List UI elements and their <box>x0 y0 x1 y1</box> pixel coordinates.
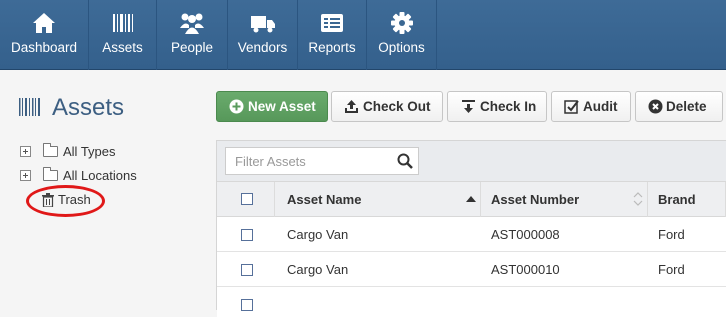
expand-icon[interactable] <box>20 170 31 181</box>
nav-assets[interactable]: Assets <box>89 0 157 70</box>
cell-asset-number: AST000010 <box>491 262 560 277</box>
assets-panel: Asset Name Asset Number Brand Cargo Van … <box>216 140 726 317</box>
sort-both-icon[interactable] <box>633 192 643 206</box>
plus-circle-icon <box>229 99 244 114</box>
upload-icon <box>345 100 358 113</box>
delete-button[interactable]: Delete <box>635 91 723 122</box>
close-circle-icon <box>648 99 663 114</box>
nav-label: Vendors <box>237 40 288 55</box>
button-label: New Asset <box>248 99 316 114</box>
button-label: Delete <box>666 99 707 114</box>
nav-label: People <box>170 40 214 55</box>
nav-label: Options <box>378 40 425 55</box>
audit-button[interactable]: Audit <box>551 91 631 122</box>
nav-label: Assets <box>102 40 143 55</box>
row-checkbox[interactable] <box>241 299 253 311</box>
search-icon[interactable] <box>397 153 413 169</box>
top-nav: Dashboard Assets People Vendors Reports … <box>0 0 726 70</box>
tree-item-label: All Types <box>63 144 116 159</box>
truck-icon <box>250 16 275 33</box>
cell-brand: Ford <box>658 262 685 277</box>
row-checkbox[interactable] <box>241 264 253 276</box>
gear-icon <box>390 12 413 34</box>
folder-icon <box>43 167 58 181</box>
nav-options[interactable]: Options <box>367 0 437 70</box>
barcode-icon <box>19 98 40 116</box>
column-divider <box>647 182 648 217</box>
people-icon <box>180 13 204 34</box>
table-row-partial[interactable] <box>217 287 726 317</box>
table-row[interactable]: Cargo Van AST000008 Ford <box>217 217 726 252</box>
column-header-asset-name[interactable]: Asset Name <box>287 182 361 218</box>
nav-label: Dashboard <box>10 40 78 55</box>
cell-asset-name: Cargo Van <box>287 227 349 242</box>
cell-asset-number: AST000008 <box>491 227 560 242</box>
nav-dashboard[interactable]: Dashboard <box>0 0 89 70</box>
nav-people[interactable]: People <box>157 0 228 70</box>
nav-reports[interactable]: Reports <box>298 0 367 70</box>
check-in-button[interactable]: Check In <box>447 91 547 122</box>
column-header-brand[interactable]: Brand <box>658 182 696 218</box>
column-divider <box>480 182 481 217</box>
report-icon <box>321 14 343 32</box>
cell-asset-name: Cargo Van <box>287 262 349 277</box>
row-checkbox[interactable] <box>241 229 253 241</box>
select-all-checkbox[interactable] <box>241 193 253 205</box>
table-header: Asset Name Asset Number Brand <box>217 181 726 217</box>
nav-label: Reports <box>308 40 356 55</box>
filter-box <box>225 147 419 175</box>
new-asset-button[interactable]: New Asset <box>216 91 328 122</box>
sort-asc-icon[interactable] <box>466 196 476 202</box>
highlight-circle <box>26 185 105 217</box>
button-label: Audit <box>583 99 618 114</box>
download-icon <box>462 100 475 113</box>
check-out-button[interactable]: Check Out <box>331 91 443 122</box>
home-icon <box>33 13 55 33</box>
cell-brand: Ford <box>658 227 685 242</box>
nav-vendors[interactable]: Vendors <box>228 0 298 70</box>
button-label: Check Out <box>363 99 431 114</box>
barcode-icon <box>112 14 133 32</box>
column-header-asset-number[interactable]: Asset Number <box>491 182 579 218</box>
table-row[interactable]: Cargo Van AST000010 Ford <box>217 252 726 287</box>
tree-item-label: All Locations <box>63 168 137 183</box>
expand-icon[interactable] <box>20 146 31 157</box>
folder-icon <box>43 143 58 157</box>
button-label: Check In <box>480 99 537 114</box>
checkbox-check-icon <box>564 100 579 114</box>
panel-header <box>217 141 726 181</box>
filter-assets-input[interactable] <box>226 148 396 174</box>
column-divider <box>274 182 275 217</box>
sidebar-title: Assets <box>52 94 125 121</box>
